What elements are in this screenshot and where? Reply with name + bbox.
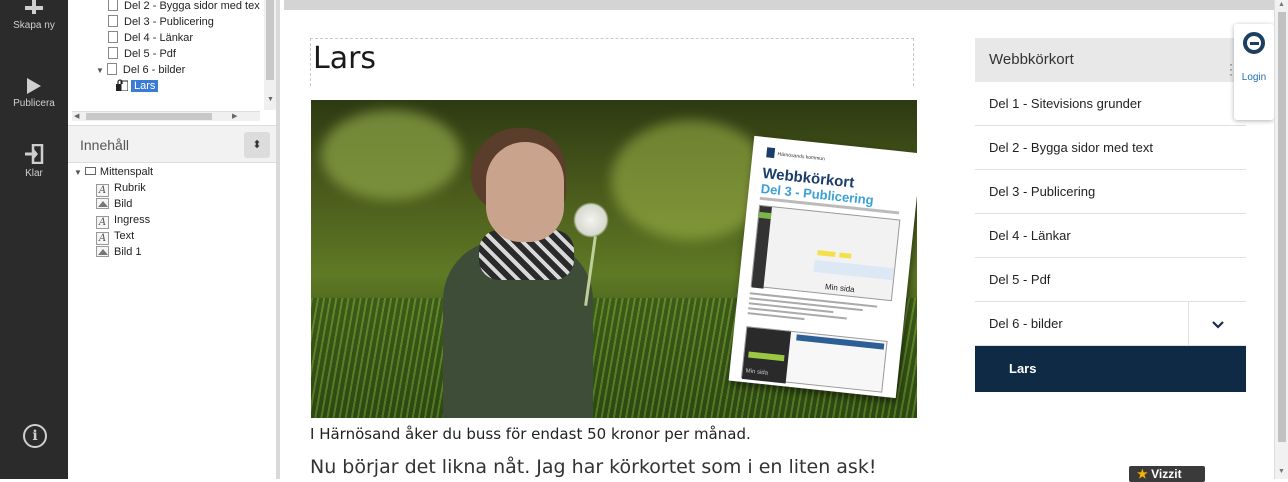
scroll-down-icon[interactable]: ▼ bbox=[1278, 468, 1285, 475]
side-navigation-menu: Webbkörkort Del 1 - Sitevisions grunder … bbox=[975, 38, 1246, 392]
more-options-icon[interactable]: · · · bbox=[1229, 58, 1233, 80]
play-icon bbox=[27, 78, 41, 94]
expand-triangle-icon[interactable]: ▼ bbox=[96, 64, 104, 78]
scroll-down-icon[interactable]: ▼ bbox=[267, 96, 274, 103]
content-tree-item[interactable]: A Rubrik bbox=[96, 180, 146, 197]
chevron-down-icon bbox=[1211, 321, 1224, 329]
create-new-button[interactable]: Skapa ny bbox=[0, 0, 68, 31]
editor-toolbar: Skapa ny Publicera Klar i bbox=[0, 0, 68, 479]
content-tree-item[interactable]: Bild 1 bbox=[96, 244, 142, 260]
flyer-logo: Härnösands kommun bbox=[766, 147, 825, 163]
publish-button[interactable]: Publicera bbox=[0, 78, 68, 109]
content-panel-title: Innehåll bbox=[80, 137, 130, 153]
webbkorkort-flyer: Härnösands kommun Webbkörkort Del 3 - Pu… bbox=[728, 135, 917, 399]
done-button[interactable]: Klar bbox=[0, 144, 68, 179]
plus-icon bbox=[25, 0, 43, 14]
done-label: Klar bbox=[25, 168, 43, 179]
content-panel-header: Innehåll ⬍ bbox=[68, 125, 276, 163]
menu-item-del-3[interactable]: Del 3 - Publicering bbox=[975, 170, 1246, 214]
scroll-right-icon[interactable]: ▶ bbox=[232, 112, 237, 120]
navigation-tree: Del 2 - Bygga sidor med tex Del 3 - Publ… bbox=[68, 0, 280, 122]
page-lock-icon bbox=[116, 79, 129, 92]
girl-face bbox=[486, 142, 564, 242]
page-icon bbox=[108, 31, 118, 43]
menu-item-del-1[interactable]: Del 1 - Sitevisions grunder bbox=[975, 82, 1246, 126]
structure-panel: Del 2 - Bygga sidor med tex Del 3 - Publ… bbox=[68, 0, 280, 479]
nav-tree-item[interactable]: Del 3 - Publicering bbox=[108, 15, 214, 30]
menu-item-del-6[interactable]: Del 6 - bilder bbox=[975, 302, 1246, 346]
nav-tree-item[interactable]: Del 2 - Bygga sidor med tex bbox=[108, 0, 260, 14]
content-tree-item[interactable]: Bild bbox=[96, 196, 132, 212]
bokeh-light bbox=[321, 110, 461, 200]
content-tree-item[interactable]: A Ingress bbox=[96, 212, 150, 229]
nav-tree-horizontal-scrollbar[interactable]: ◀ ▶ bbox=[72, 111, 260, 121]
canvas-top-bar bbox=[284, 0, 1274, 10]
flyer-screenshot-2 bbox=[740, 326, 888, 393]
image-caption[interactable]: I Härnösand åker du buss för endast 50 k… bbox=[310, 425, 751, 443]
sort-button[interactable]: ⬍ bbox=[244, 132, 270, 158]
nav-tree-item-selected[interactable]: Lars bbox=[116, 79, 159, 94]
page-icon bbox=[106, 63, 117, 75]
scroll-up-icon[interactable]: ▲ bbox=[1278, 1, 1285, 8]
page-icon bbox=[108, 0, 118, 11]
nav-tree-item[interactable]: ▼ Del 6 - bilder bbox=[96, 63, 185, 78]
image-module-icon bbox=[96, 246, 109, 257]
scrollbar-thumb[interactable] bbox=[1278, 12, 1286, 442]
image-module-icon bbox=[96, 198, 109, 209]
page-icon bbox=[108, 15, 118, 27]
nav-tree-item[interactable]: Del 4 - Länkar bbox=[108, 31, 193, 46]
dandelion bbox=[573, 202, 609, 238]
menu-item-active[interactable]: Lars bbox=[975, 346, 1246, 392]
container-icon bbox=[84, 167, 96, 175]
create-new-label: Skapa ny bbox=[13, 20, 55, 31]
submenu-toggle[interactable] bbox=[1188, 302, 1246, 346]
scrollbar-thumb[interactable] bbox=[86, 113, 212, 120]
page-scrollbar[interactable]: ▲ ▼ bbox=[1274, 0, 1288, 479]
page-icon bbox=[108, 47, 118, 59]
sitevision-logo-icon bbox=[1243, 32, 1265, 54]
publish-label: Publicera bbox=[13, 98, 55, 109]
page-title[interactable]: Lars bbox=[310, 38, 914, 86]
info-icon[interactable]: i bbox=[23, 424, 47, 448]
menu-header[interactable]: Webbkörkort bbox=[975, 38, 1246, 82]
scrollbar-thumb[interactable] bbox=[266, 0, 274, 80]
scroll-left-icon[interactable]: ◀ bbox=[74, 112, 79, 120]
content-tree-item[interactable]: ▼ Mittenspalt bbox=[74, 164, 153, 180]
content-tree-item[interactable]: A Text bbox=[96, 228, 134, 245]
login-label: Login bbox=[1241, 72, 1267, 83]
login-widget[interactable]: Login bbox=[1234, 24, 1274, 120]
menu-item-del-4[interactable]: Del 4 - Länkar bbox=[975, 214, 1246, 258]
vizzit-badge[interactable]: ★ Vizzit bbox=[1129, 466, 1205, 482]
exit-icon bbox=[25, 144, 44, 164]
hero-image[interactable]: Härnösands kommun Webbkörkort Del 3 - Pu… bbox=[311, 100, 917, 418]
menu-item-del-5[interactable]: Del 5 - Pdf bbox=[975, 258, 1246, 302]
expand-triangle-icon[interactable]: ▼ bbox=[74, 165, 82, 181]
nav-tree-item[interactable]: Del 5 - Pdf bbox=[108, 47, 176, 62]
nav-tree-vertical-scrollbar[interactable]: ▼ bbox=[264, 0, 276, 110]
menu-item-del-2[interactable]: Del 2 - Bygga sidor med text bbox=[975, 126, 1246, 170]
lead-text[interactable]: Nu börjar det likna nåt. Jag har körkort… bbox=[310, 456, 876, 478]
